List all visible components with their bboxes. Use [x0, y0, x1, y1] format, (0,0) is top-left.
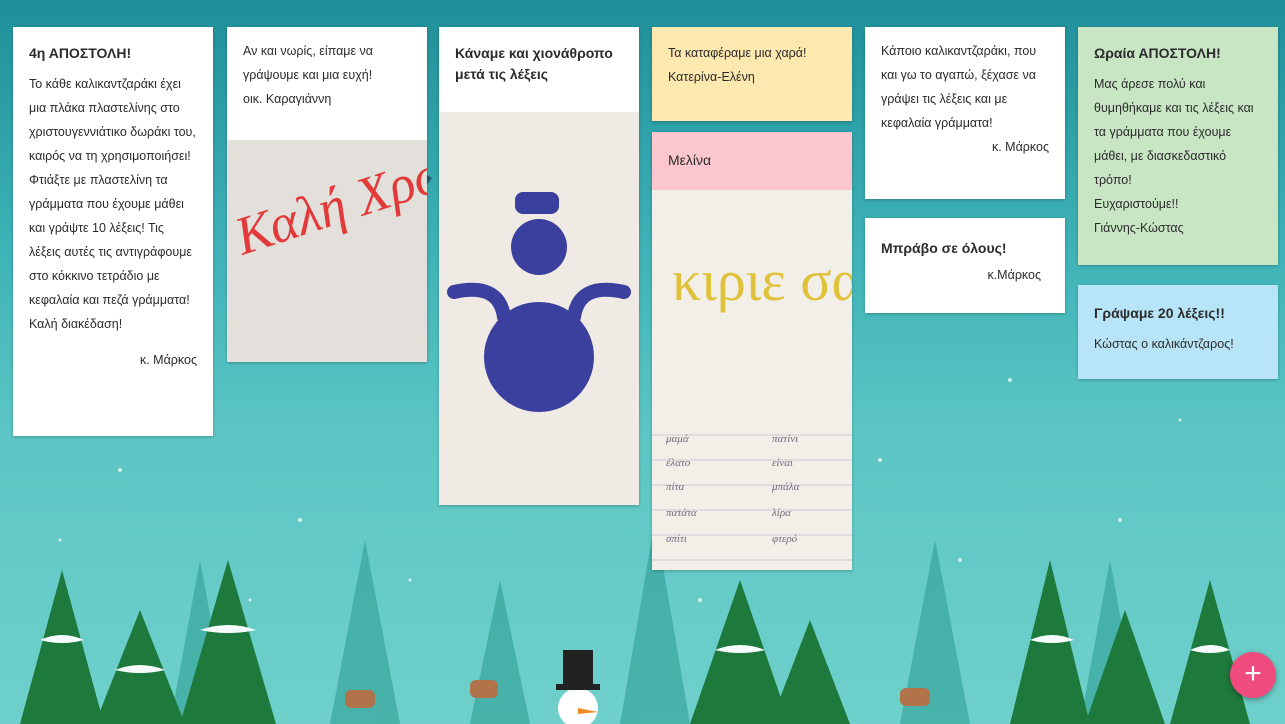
post-card-forgot[interactable]: Κάποιο καλικαντζαράκι, που και γω το αγα… [865, 27, 1065, 199]
notebook-word: έλατο [666, 457, 691, 469]
post-body: Κώστας ο καλικάντζαρος! [1094, 337, 1234, 351]
post-signature: κ. Μάρκος [991, 140, 1049, 154]
post-signature: κ.Μάρκος [987, 268, 1041, 282]
photo-snowman[interactable] [439, 112, 639, 505]
notebook-word: πίτα [666, 481, 685, 493]
add-post-button[interactable]: + [1230, 652, 1276, 698]
post-title: Κάναμε και χιονάθροπο μετά τις λέξεις [455, 45, 613, 82]
notebook-word: πατάτα [666, 507, 697, 519]
notebook-word: μπάλα [771, 481, 800, 493]
post-card-nice-mission[interactable]: Ωραία ΑΠΟΣΤΟΛΗ! Μας άρεσε πολύ και θυμηθ… [1078, 27, 1278, 265]
notebook-word: λίρα [771, 507, 791, 519]
post-title: Μελίνα [668, 152, 712, 168]
post-card-mission[interactable]: 4η ΑΠΟΣΤΟΛΗ! Το κάθε καλικαντζαράκι έχει… [13, 27, 213, 436]
notebook-word: πατίνι [772, 433, 798, 445]
snow-caps [40, 625, 1230, 673]
post-card-twenty-words[interactable]: Γράψαμε 20 λέξεις!! Κώστας ο καλικάντζαρ… [1078, 285, 1278, 379]
plasticine-snowman-image [447, 192, 631, 412]
post-card-success[interactable]: Τα καταφέραμε μια χαρά! Κατερίνα-Ελένη [652, 27, 852, 121]
post-title: Γράψαμε 20 λέξεις!! [1094, 305, 1225, 321]
notebook-word: μαμά [665, 433, 689, 445]
photo-notebook[interactable]: κιριε σαγαπω μαμά πατίνι έλατο είναι πίτ… [652, 190, 852, 570]
post-body: Αν και νωρίς, είπαμε να γράψουμε και μια… [243, 44, 374, 106]
post-body: Το κάθε καλικαντζαράκι έχει μια πλάκα πλ… [29, 77, 196, 331]
plus-icon: + [1244, 657, 1262, 690]
photo-text: Καλή Χρονιά [227, 140, 427, 267]
photo-kali-xronia[interactable]: Καλή Χρονιά [227, 140, 427, 362]
plasticine-letters-image: Καλή Χρονιά [227, 140, 427, 267]
notebook-word: φτερό [772, 533, 798, 545]
post-body: Κάποιο καλικαντζαράκι, που και γω το αγα… [881, 44, 1037, 130]
notebook-words-image: κιριε σαγαπω μαμά πατίνι έλατο είναι πίτ… [652, 248, 852, 561]
post-card-wish[interactable]: Αν και νωρίς, είπαμε να γράψουμε και μια… [227, 27, 427, 362]
post-title: Ωραία ΑΠΟΣΤΟΛΗ! [1094, 45, 1221, 61]
post-signature: κ. Μάρκος [139, 353, 197, 367]
notebook-word: σπίτι [666, 533, 687, 545]
pine-trees [20, 560, 1250, 724]
notebook-word: είναι [772, 457, 793, 469]
post-body: Μας άρεσε πολύ και θυμηθήκαμε και τις λέ… [1094, 77, 1254, 235]
post-card-snowman[interactable]: Κάναμε και χιονάθροπο μετά τις λέξεις [439, 27, 639, 505]
post-card-melina[interactable]: Μελίνα κιριε σαγαπω μαμά πατίνι έλατο εί… [652, 132, 852, 570]
snowman-decoration [556, 650, 600, 724]
post-title: Μπράβο σε όλους! [881, 240, 1007, 256]
post-title: 4η ΑΠΟΣΤΟΛΗ! [29, 45, 132, 61]
photo-text: κιριε σαγαπω [672, 248, 852, 313]
deer-silhouettes [345, 680, 930, 708]
post-body: Τα καταφέραμε μια χαρά! Κατερίνα-Ελένη [668, 46, 807, 84]
post-card-bravo[interactable]: Μπράβο σε όλους! κ.Μάρκος [865, 218, 1065, 313]
